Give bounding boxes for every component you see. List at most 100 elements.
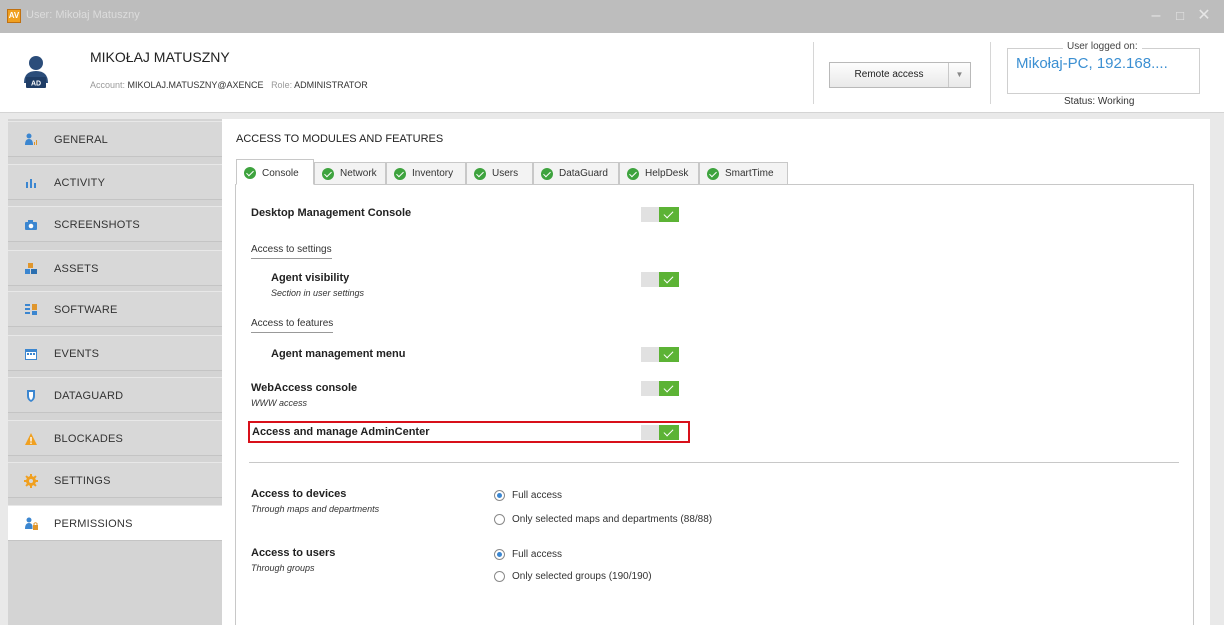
close-icon[interactable]: ✕ bbox=[1194, 6, 1214, 26]
sidebar-item-label: SOFTWARE bbox=[54, 304, 118, 316]
agent-menu-title: Agent management menu bbox=[271, 348, 406, 360]
remote-access-button[interactable]: Remote access ▼ bbox=[829, 62, 971, 88]
sidebar-item-software[interactable]: SOFTWARE bbox=[8, 291, 222, 327]
tab-smarttime[interactable]: SmartTime bbox=[699, 162, 788, 185]
check-circle-icon bbox=[244, 167, 256, 179]
devices-title: Access to devices bbox=[251, 488, 347, 500]
status-text: Status: Working bbox=[1064, 96, 1135, 107]
account-line: Account: MIKOLAJ.MATUSZNY@AXENCE Role: A… bbox=[90, 80, 368, 90]
settings-group-label: Access to settings bbox=[251, 244, 332, 259]
role-value: ADMINISTRATOR bbox=[294, 80, 368, 90]
role-label: Role: bbox=[271, 80, 293, 90]
check-circle-icon bbox=[394, 168, 406, 180]
check-circle-icon bbox=[541, 168, 553, 180]
devices-selected-radio[interactable] bbox=[494, 514, 505, 525]
user-chart-icon bbox=[25, 133, 37, 145]
tab-label: Console bbox=[262, 168, 299, 179]
chevron-down-icon[interactable]: ▼ bbox=[948, 63, 970, 87]
tab-content bbox=[235, 184, 1194, 625]
tab-label: Users bbox=[492, 168, 519, 179]
check-circle-icon bbox=[322, 168, 334, 180]
webaccess-title: WebAccess console bbox=[251, 382, 358, 394]
tab-inventory[interactable]: Inventory bbox=[386, 162, 466, 185]
tab-label: HelpDesk bbox=[645, 168, 689, 179]
agent-visibility-title: Agent visibility bbox=[271, 272, 350, 284]
users-full-label[interactable]: Full access bbox=[512, 549, 562, 560]
sidebar-item-label: PERMISSIONS bbox=[54, 518, 133, 530]
sidebar-item-permissions[interactable]: PERMISSIONS bbox=[8, 505, 222, 541]
agent-menu-toggle[interactable] bbox=[641, 347, 679, 362]
check-circle-icon bbox=[707, 168, 719, 180]
camera-icon bbox=[25, 220, 37, 230]
users-full-radio[interactable] bbox=[494, 549, 505, 560]
devices-subtitle: Through maps and departments bbox=[251, 504, 380, 514]
sidebar-item-label: EVENTS bbox=[54, 348, 100, 360]
account-value: MIKOLAJ.MATUSZNY@AXENCE bbox=[127, 80, 264, 90]
bar-chart-icon bbox=[26, 179, 36, 188]
calendar-icon bbox=[25, 349, 37, 360]
assets-icon bbox=[25, 263, 37, 274]
tab-label: DataGuard bbox=[559, 168, 608, 179]
sidebar-item-label: ACTIVITY bbox=[54, 177, 106, 189]
gear-icon bbox=[24, 474, 38, 488]
devices-full-radio[interactable] bbox=[494, 490, 505, 501]
sidebar-item-label: SCREENSHOTS bbox=[54, 219, 140, 231]
minimize-icon[interactable]: – bbox=[1146, 6, 1166, 26]
users-selected-label[interactable]: Only selected groups (190/190) bbox=[512, 571, 652, 582]
sidebar-item-screenshots[interactable]: SCREENSHOTS bbox=[8, 206, 222, 242]
sidebar-item-dataguard[interactable]: DATAGUARD bbox=[8, 377, 222, 413]
remote-access-label: Remote access bbox=[854, 69, 924, 80]
sidebar-item-general[interactable]: GENERAL bbox=[8, 121, 222, 157]
logged-on-label: User logged on: bbox=[1063, 41, 1142, 52]
sidebar-item-label: DATAGUARD bbox=[54, 390, 124, 402]
tab-label: Inventory bbox=[412, 168, 454, 179]
tab-users[interactable]: Users bbox=[466, 162, 533, 185]
software-icon bbox=[25, 304, 37, 315]
sidebar-item-label: BLOCKADES bbox=[54, 433, 124, 445]
user-avatar-icon: AD bbox=[24, 56, 48, 88]
warning-icon bbox=[25, 433, 37, 445]
user-name: MIKOŁAJ MATUSZNY bbox=[90, 49, 230, 65]
tab-dataguard[interactable]: DataGuard bbox=[533, 162, 619, 185]
desktop-console-toggle[interactable] bbox=[641, 207, 679, 222]
devices-selected-label[interactable]: Only selected maps and departments (88/8… bbox=[512, 514, 712, 525]
features-group-label: Access to features bbox=[251, 318, 334, 333]
tab-console[interactable]: Console bbox=[236, 159, 314, 185]
tab-helpdesk[interactable]: HelpDesk bbox=[619, 162, 699, 185]
users-subtitle: Through groups bbox=[251, 563, 315, 573]
sidebar-item-blockades[interactable]: BLOCKADES bbox=[8, 420, 222, 456]
tab-label: SmartTime bbox=[725, 168, 774, 179]
sidebar-item-label: ASSETS bbox=[54, 263, 99, 275]
sidebar-item-activity[interactable]: ACTIVITY bbox=[8, 164, 222, 200]
sidebar-item-settings[interactable]: SETTINGS bbox=[8, 462, 222, 498]
title-bar: AV User: Mikołaj Matuszny – □ ✕ bbox=[0, 0, 1224, 33]
sidebar-item-events[interactable]: EVENTS bbox=[8, 335, 222, 371]
webaccess-toggle[interactable] bbox=[641, 381, 679, 396]
separator bbox=[990, 42, 991, 104]
logged-on-host[interactable]: Mikołaj-PC, 192.168.... bbox=[1016, 55, 1168, 72]
check-circle-icon bbox=[474, 168, 486, 180]
window-title: User: Mikołaj Matuszny bbox=[26, 9, 140, 21]
maximize-icon[interactable]: □ bbox=[1170, 6, 1190, 26]
account-label: Account: bbox=[90, 80, 126, 90]
sidebar-item-assets[interactable]: ASSETS bbox=[8, 250, 222, 286]
tab-label: Network bbox=[340, 168, 377, 179]
avatar-badge: AD bbox=[31, 81, 41, 88]
sidebar-item-label: GENERAL bbox=[54, 134, 108, 146]
agent-visibility-toggle[interactable] bbox=[641, 272, 679, 287]
tab-network[interactable]: Network bbox=[314, 162, 386, 185]
user-header: AD MIKOŁAJ MATUSZNY Account: MIKOLAJ.MAT… bbox=[0, 33, 1224, 113]
devices-full-label[interactable]: Full access bbox=[512, 490, 562, 501]
admincenter-title: Access and manage AdminCenter bbox=[252, 426, 430, 438]
user-lock-icon bbox=[25, 517, 38, 530]
webaccess-subtitle: WWW access bbox=[251, 398, 307, 408]
app-icon: AV bbox=[7, 9, 21, 23]
users-title: Access to users bbox=[251, 547, 336, 559]
agent-visibility-subtitle: Section in user settings bbox=[271, 288, 365, 298]
shield-icon bbox=[27, 390, 35, 402]
section-title: ACCESS TO MODULES AND FEATURES bbox=[236, 133, 444, 145]
sidebar-item-label: SETTINGS bbox=[54, 475, 111, 487]
admincenter-toggle[interactable] bbox=[641, 425, 679, 440]
divider bbox=[249, 462, 1179, 463]
users-selected-radio[interactable] bbox=[494, 571, 505, 582]
